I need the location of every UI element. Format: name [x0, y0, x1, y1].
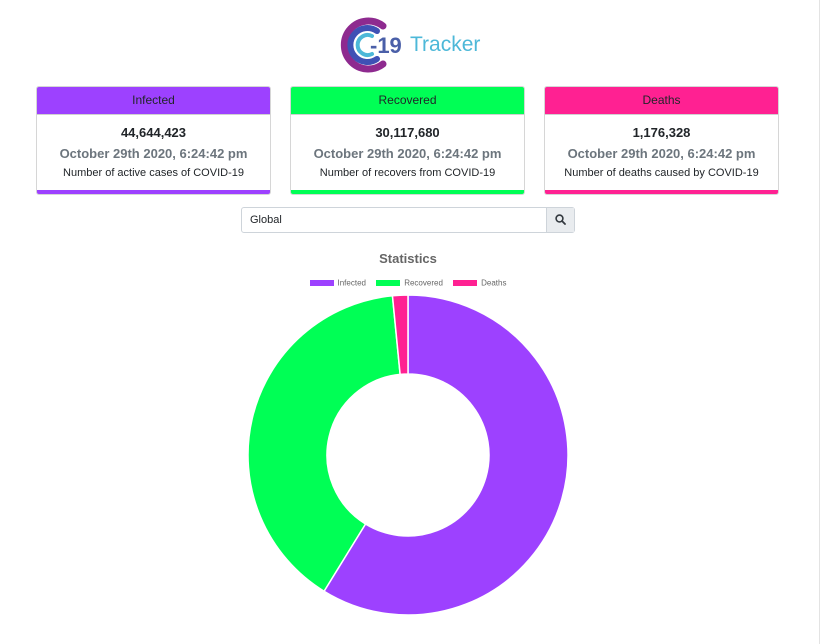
- statistics-donut-chart: [247, 294, 569, 616]
- page: -19 Tracker Infected 44,644,423 October …: [0, 0, 821, 644]
